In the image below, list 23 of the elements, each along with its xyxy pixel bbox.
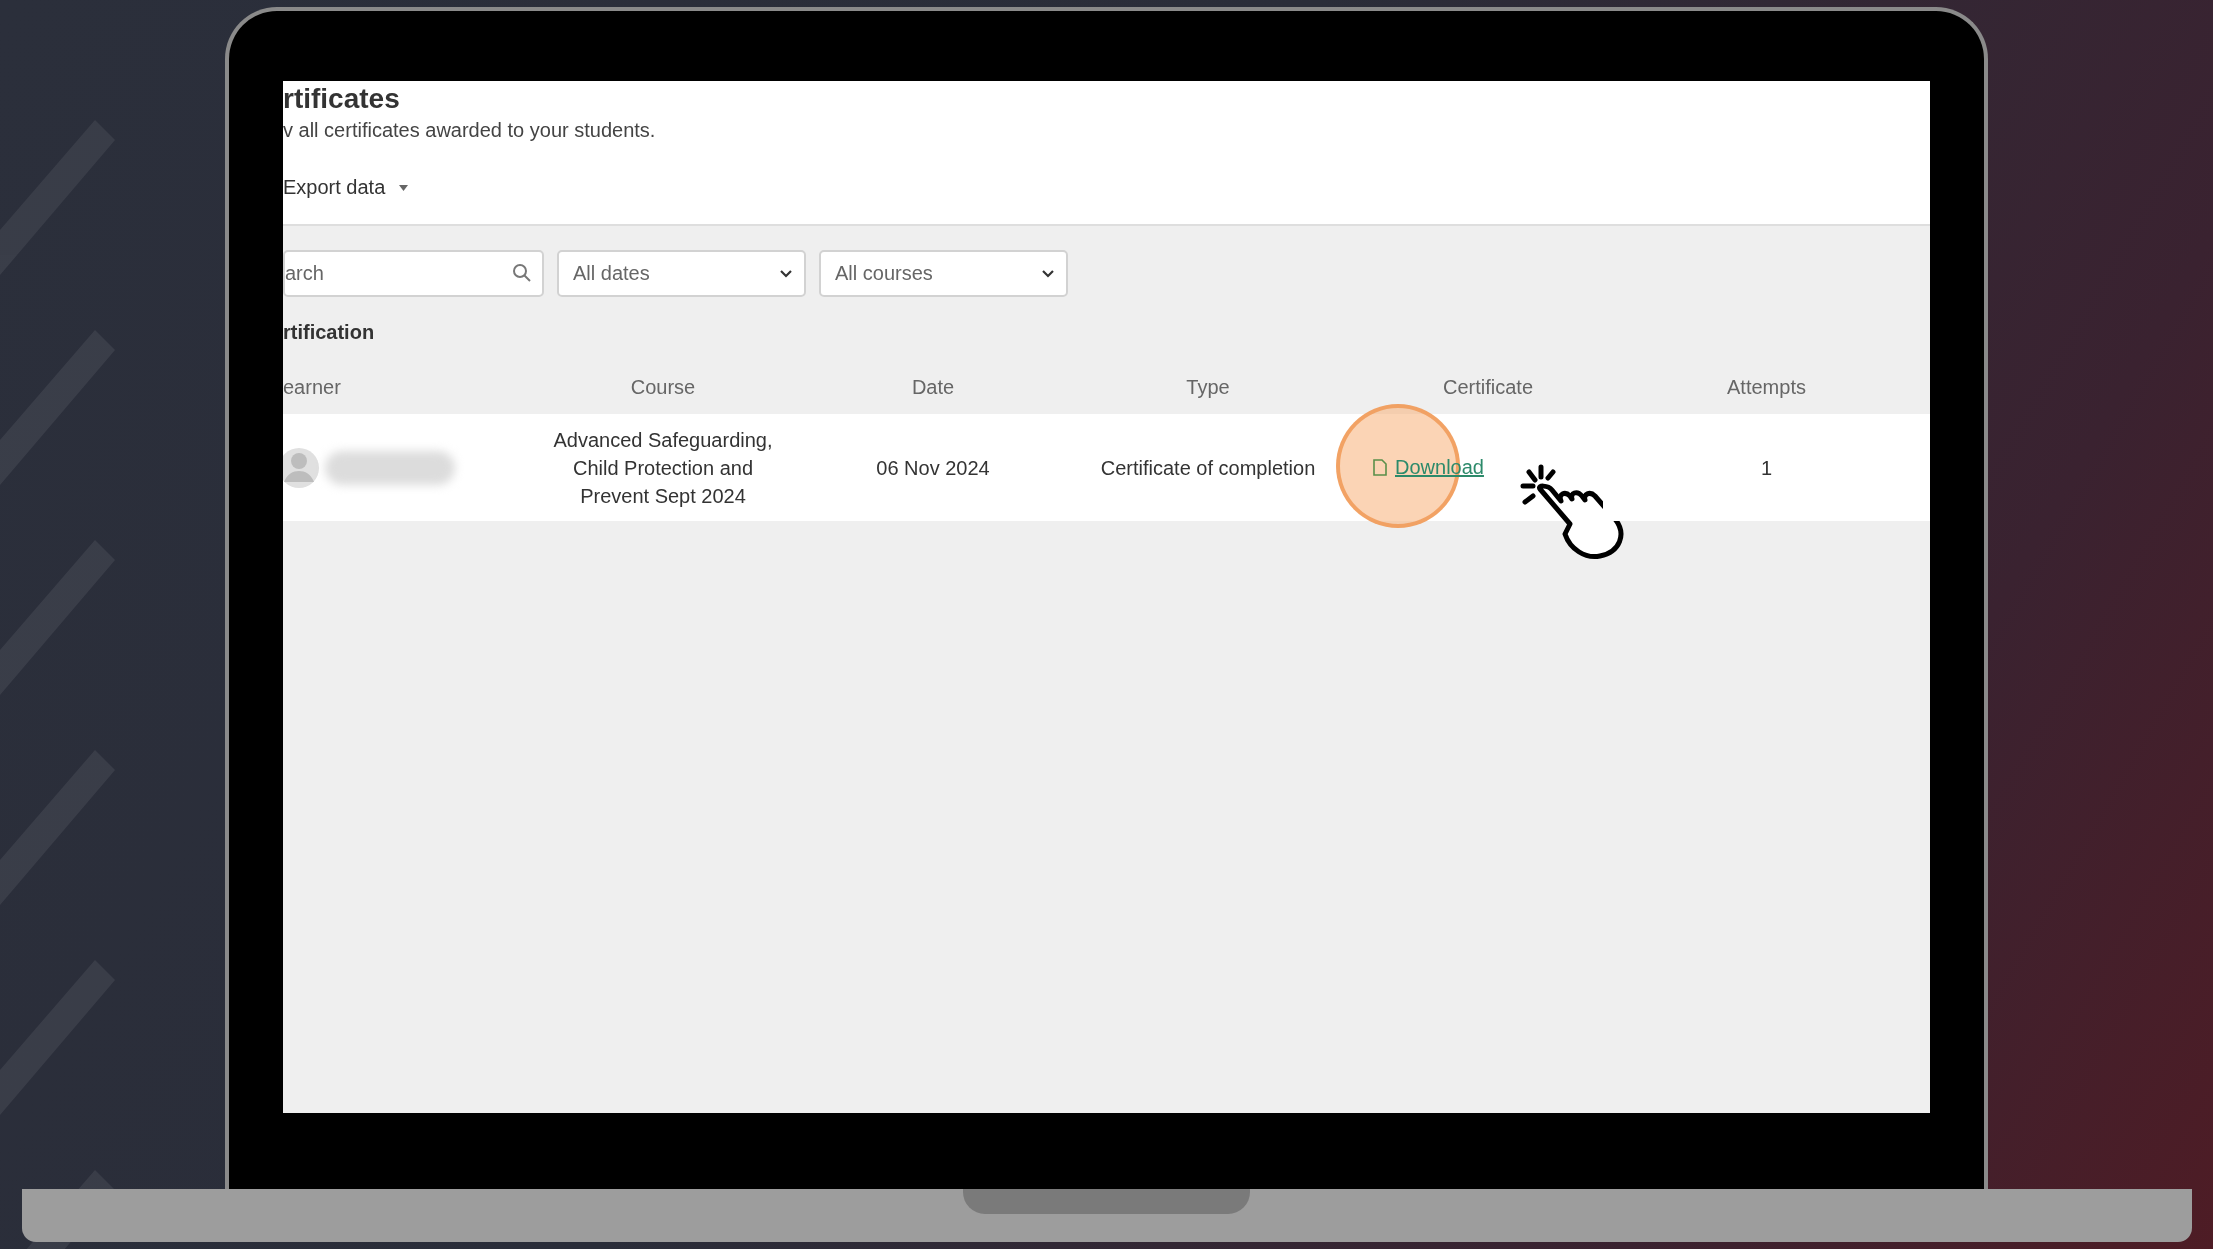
column-header: earner — [283, 374, 342, 400]
page-title: rtificates — [283, 82, 401, 116]
table-cell-text: Advanced Safeguarding, Child Protection and Prevent Sept 2024 — [552, 427, 774, 509]
search-icon — [512, 263, 532, 283]
column-header: Course — [629, 374, 697, 400]
chevron-down-icon — [780, 269, 792, 278]
chevron-down-icon — [1042, 269, 1054, 278]
pdf-file-icon — [1373, 459, 1387, 476]
column-header: Type — [1185, 374, 1231, 400]
filter-dropdown[interactable]: All dates — [557, 250, 806, 297]
caret-icon — [399, 184, 409, 191]
filter-dropdown[interactable]: All courses — [819, 250, 1068, 297]
table-cell-text: Certificate of completion — [1100, 455, 1316, 481]
column-header: Certificate — [1442, 374, 1534, 400]
export-data-button[interactable]: Export data — [283, 176, 409, 199]
download-link[interactable]: Download — [1395, 456, 1484, 479]
column-header: Attempts — [1726, 374, 1807, 400]
table-cell-text: 1 — [1760, 455, 1773, 481]
table-cell-text: 06 Nov 2024 — [876, 455, 990, 481]
section-heading: rtification — [283, 321, 376, 344]
column-header: Date — [910, 374, 956, 400]
page-subtitle: v all certificates awarded to your students. — [283, 119, 657, 142]
search-field[interactable]: arch — [283, 250, 544, 297]
